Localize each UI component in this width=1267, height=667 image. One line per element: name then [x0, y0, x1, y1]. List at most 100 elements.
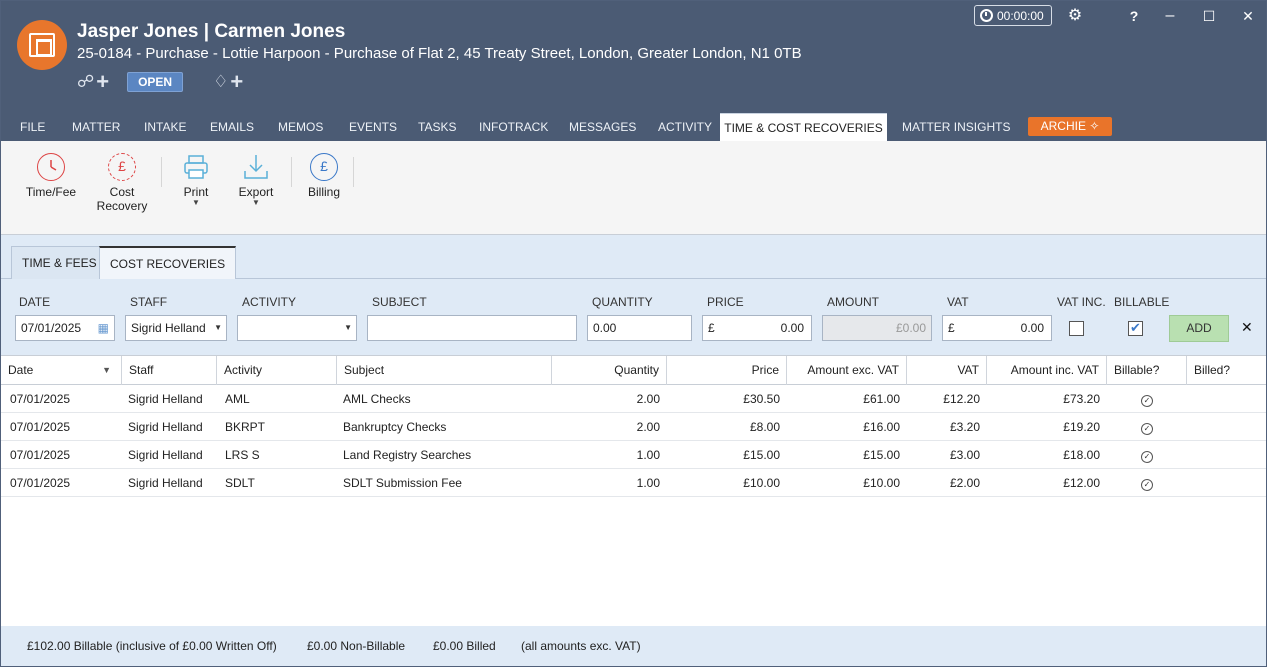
check-circle-icon: ✓ [1141, 423, 1153, 435]
download-icon [242, 153, 270, 181]
total-non-billable: £0.00 Non-Billable [307, 639, 406, 653]
cell-billable: ✓ [1107, 441, 1187, 469]
vat-label: VAT [947, 295, 969, 309]
cell-date: 07/01/2025 [10, 448, 71, 462]
subject-input[interactable] [367, 315, 577, 341]
cost-recovery-panel: TIME & FEES COST RECOVERIES DATE STAFF A… [1, 235, 1266, 355]
cell-subject: Bankruptcy Checks [343, 420, 447, 434]
table-row[interactable]: 07/01/2025 Sigrid Helland BKRPT Bankrupt… [1, 413, 1266, 441]
billable-checkbox[interactable] [1128, 320, 1143, 336]
clock-icon [37, 153, 65, 181]
staff-select[interactable]: Sigrid Helland ▼ [125, 315, 227, 341]
sparkle-icon: ✧ [1089, 119, 1100, 133]
tab-memos[interactable]: MEMOS [278, 113, 323, 141]
main-tabs: FILE MATTER INTAKE EMAILS MEMOS EVENTS T… [1, 113, 1266, 141]
matter-subtitle: 25-0184 - Purchase - Lottie Harpoon - Pu… [77, 45, 802, 62]
cell-vat: £12.20 [943, 392, 980, 406]
activity-select[interactable]: ▼ [237, 315, 357, 341]
status-badge[interactable]: OPEN [127, 72, 184, 92]
cell-amount-inc-vat: £73.20 [1063, 392, 1100, 406]
add-tag-button[interactable]: + [230, 71, 243, 93]
billing-label: Billing [307, 185, 340, 199]
cost-recovery-button[interactable]: £ Cost Recovery [93, 153, 151, 213]
col-amount-exc-vat[interactable]: Amount exc. VAT [787, 356, 907, 385]
cost-recovery-label-2: Recovery [96, 199, 148, 213]
time-fee-button[interactable]: Time/Fee [25, 153, 77, 199]
add-button[interactable]: ADD [1169, 315, 1229, 342]
billing-button[interactable]: £ Billing [303, 153, 345, 199]
help-button[interactable]: ? [1124, 6, 1144, 26]
tab-emails[interactable]: EMAILS [210, 113, 254, 141]
vat-inc-checkbox[interactable] [1069, 321, 1084, 336]
cell-price: £8.00 [749, 420, 780, 434]
export-button[interactable]: Export ▼ [234, 153, 278, 207]
archie-button[interactable]: ARCHIE ✧ [1028, 117, 1112, 136]
cell-amount-exc-vat: £15.00 [863, 448, 900, 462]
tab-time-cost-recoveries[interactable]: TIME & COST RECOVERIES [720, 113, 887, 141]
cell-amount-inc-vat: £18.00 [1063, 448, 1100, 462]
col-billed[interactable]: Billed? [1187, 356, 1266, 385]
amount-label: AMOUNT [827, 295, 879, 309]
tab-tasks[interactable]: TASKS [418, 113, 456, 141]
col-activity[interactable]: Activity [217, 356, 337, 385]
date-field[interactable]: 07/01/2025 ▦ [15, 315, 115, 341]
add-link-button[interactable]: + [96, 71, 109, 93]
cell-amount-exc-vat: £16.00 [863, 420, 900, 434]
quantity-label: QUANTITY [592, 295, 653, 309]
col-quantity[interactable]: Quantity [552, 356, 667, 385]
close-button[interactable]: ✕ [1238, 6, 1258, 26]
col-vat[interactable]: VAT [907, 356, 987, 385]
clock-icon [980, 9, 993, 22]
cell-amount-exc-vat: £61.00 [863, 392, 900, 406]
tab-messages[interactable]: MESSAGES [569, 113, 636, 141]
cell-billable: ✓ [1107, 385, 1187, 413]
table-row[interactable]: 07/01/2025 Sigrid Helland LRS S Land Reg… [1, 441, 1266, 469]
table-row[interactable]: 07/01/2025 Sigrid Helland AML AML Checks… [1, 385, 1266, 413]
tag-icon[interactable]: ♢ [213, 71, 228, 93]
subtab-time-fees[interactable]: TIME & FEES [11, 246, 108, 279]
tab-matter-insights[interactable]: MATTER INSIGHTS [902, 113, 1010, 141]
cell-quantity: 1.00 [636, 476, 660, 490]
tab-activity[interactable]: ACTIVITY [658, 113, 712, 141]
maximize-button[interactable]: ☐ [1199, 6, 1219, 26]
price-input[interactable]: £ 0.00 [702, 315, 812, 341]
tab-intake[interactable]: INTAKE [144, 113, 186, 141]
vat-input[interactable]: £ 0.00 [942, 315, 1052, 341]
check-circle-icon: ✓ [1141, 395, 1153, 407]
tab-file[interactable]: FILE [20, 113, 45, 141]
cell-subject: SDLT Submission Fee [343, 476, 462, 490]
staff-value: Sigrid Helland [131, 321, 206, 335]
col-staff[interactable]: Staff [122, 356, 217, 385]
tab-infotrack[interactable]: INFOTRACK [479, 113, 548, 141]
timer-button[interactable]: 00:00:00 [974, 5, 1052, 26]
time-fee-label: Time/Fee [25, 185, 77, 199]
ribbon-separator [353, 157, 354, 187]
col-date[interactable]: Date ▼ [1, 356, 122, 385]
cell-quantity: 1.00 [636, 448, 660, 462]
print-button[interactable]: Print ▼ [177, 153, 215, 207]
tab-matter[interactable]: MATTER [72, 113, 120, 141]
currency-symbol: £ [948, 321, 955, 335]
col-amount-inc-vat[interactable]: Amount inc. VAT [987, 356, 1107, 385]
table-row[interactable]: 07/01/2025 Sigrid Helland SDLT SDLT Subm… [1, 469, 1266, 497]
ribbon-toolbar: Time/Fee £ Cost Recovery Print ▼ Export … [1, 141, 1266, 235]
cell-date: 07/01/2025 [10, 420, 71, 434]
close-form-button[interactable]: ✕ [1241, 319, 1253, 336]
col-price[interactable]: Price [667, 356, 787, 385]
cell-price: £10.00 [743, 476, 780, 490]
subtab-cost-recoveries[interactable]: COST RECOVERIES [99, 246, 237, 279]
col-billable[interactable]: Billable? [1107, 356, 1187, 385]
quantity-input[interactable]: 0.00 [587, 315, 692, 341]
header-actions: ☍ + OPEN ♢ + [77, 71, 243, 93]
settings-gear-icon[interactable]: ⚙ [1065, 6, 1085, 26]
cell-amount-inc-vat: £12.00 [1063, 476, 1100, 490]
export-dropdown-icon: ▼ [252, 198, 260, 207]
vat-value: 0.00 [1020, 321, 1044, 335]
minimize-button[interactable]: – [1160, 6, 1180, 26]
calendar-icon[interactable]: ▦ [98, 316, 109, 340]
col-subject[interactable]: Subject [337, 356, 552, 385]
tab-events[interactable]: EVENTS [349, 113, 397, 141]
billable-label: BILLABLE [1114, 295, 1170, 309]
link-icon[interactable]: ☍ [77, 71, 94, 93]
ribbon-separator [291, 157, 292, 187]
